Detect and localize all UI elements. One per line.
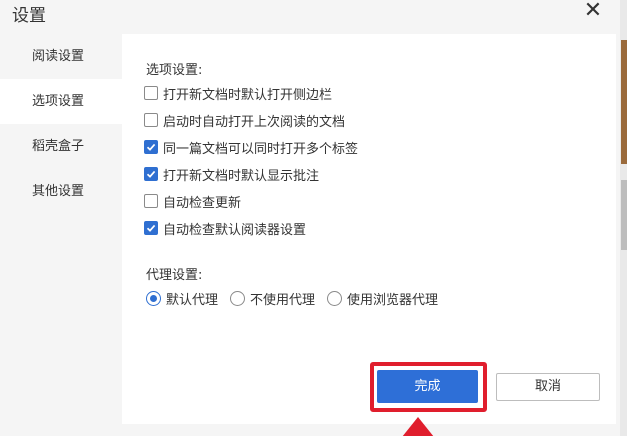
checkbox-box[interactable] [144, 194, 158, 208]
checkbox-open-sidebar[interactable]: 打开新文档时默认打开侧边栏 [144, 83, 332, 103]
check-icon[interactable] [144, 221, 158, 235]
radio-icon[interactable] [230, 290, 246, 306]
radio-label: 使用浏览器代理 [347, 292, 439, 308]
sidebar-item-reading[interactable]: 阅读设置 [0, 34, 122, 79]
sidebar-item-docer-box[interactable]: 稻壳盒子 [0, 124, 122, 169]
sidebar-item-label: 其他设置 [32, 184, 85, 199]
options-section-label: 选项设置: [146, 63, 203, 78]
cancel-button[interactable]: 取消 [496, 373, 600, 401]
sidebar-item-label: 阅读设置 [32, 49, 85, 64]
checkbox-auto-update[interactable]: 自动检查更新 [144, 191, 241, 211]
check-icon[interactable] [144, 167, 158, 181]
done-button[interactable]: 完成 [377, 370, 478, 403]
radio-default-proxy[interactable]: 默认代理 [146, 289, 218, 308]
sidebar-item-label: 选项设置 [32, 94, 85, 109]
checkbox-label: 打开新文档时默认打开侧边栏 [163, 87, 333, 103]
close-icon[interactable]: ✕ [580, 0, 606, 26]
background-app-accent-gray [621, 180, 627, 250]
proxy-radio-group: 默认代理 不使用代理 使用浏览器代理 [146, 288, 450, 308]
checkbox-default-reader[interactable]: 自动检查默认阅读器设置 [144, 218, 306, 238]
check-icon[interactable] [144, 140, 158, 154]
radio-label: 不使用代理 [250, 292, 316, 308]
checkbox-multi-tabs[interactable]: 同一篇文档可以同时打开多个标签 [144, 137, 358, 157]
sidebar-item-options[interactable]: 选项设置 [0, 79, 122, 124]
dialog-title: 设置 [12, 6, 46, 26]
radio-icon[interactable] [327, 290, 343, 306]
checkbox-label: 启动时自动打开上次阅读的文档 [163, 114, 346, 130]
checkbox-reopen-last[interactable]: 启动时自动打开上次阅读的文档 [144, 110, 345, 130]
settings-dialog: 设置 ✕ 阅读设置 选项设置 稻壳盒子 其他设置 选项设置: 打开新文档时默认打… [0, 0, 620, 436]
checkbox-label: 同一篇文档可以同时打开多个标签 [163, 141, 359, 157]
radio-label: 默认代理 [166, 292, 219, 308]
radio-selected-icon[interactable] [146, 290, 161, 306]
arrow-up-icon [402, 417, 434, 436]
radio-no-proxy[interactable]: 不使用代理 [230, 289, 315, 308]
checkbox-box[interactable] [144, 113, 158, 127]
checkbox-show-annotations[interactable]: 打开新文档时默认显示批注 [144, 164, 319, 184]
dialog-titlebar: 设置 ✕ [0, 0, 620, 30]
radio-browser-proxy[interactable]: 使用浏览器代理 [327, 289, 438, 308]
options-panel: 选项设置: 打开新文档时默认打开侧边栏 启动时自动打开上次阅读的文档 同一篇文档… [122, 34, 616, 424]
checkbox-box[interactable] [144, 86, 158, 100]
settings-sidebar: 阅读设置 选项设置 稻壳盒子 其他设置 [0, 34, 122, 424]
checkbox-label: 自动检查更新 [163, 195, 242, 211]
sidebar-item-other[interactable]: 其他设置 [0, 169, 122, 214]
background-app-accent [621, 40, 627, 164]
checkbox-label: 自动检查默认阅读器设置 [163, 222, 307, 238]
checkbox-label: 打开新文档时默认显示批注 [163, 168, 320, 184]
proxy-section-label: 代理设置: [146, 268, 203, 283]
sidebar-item-label: 稻壳盒子 [32, 139, 85, 154]
